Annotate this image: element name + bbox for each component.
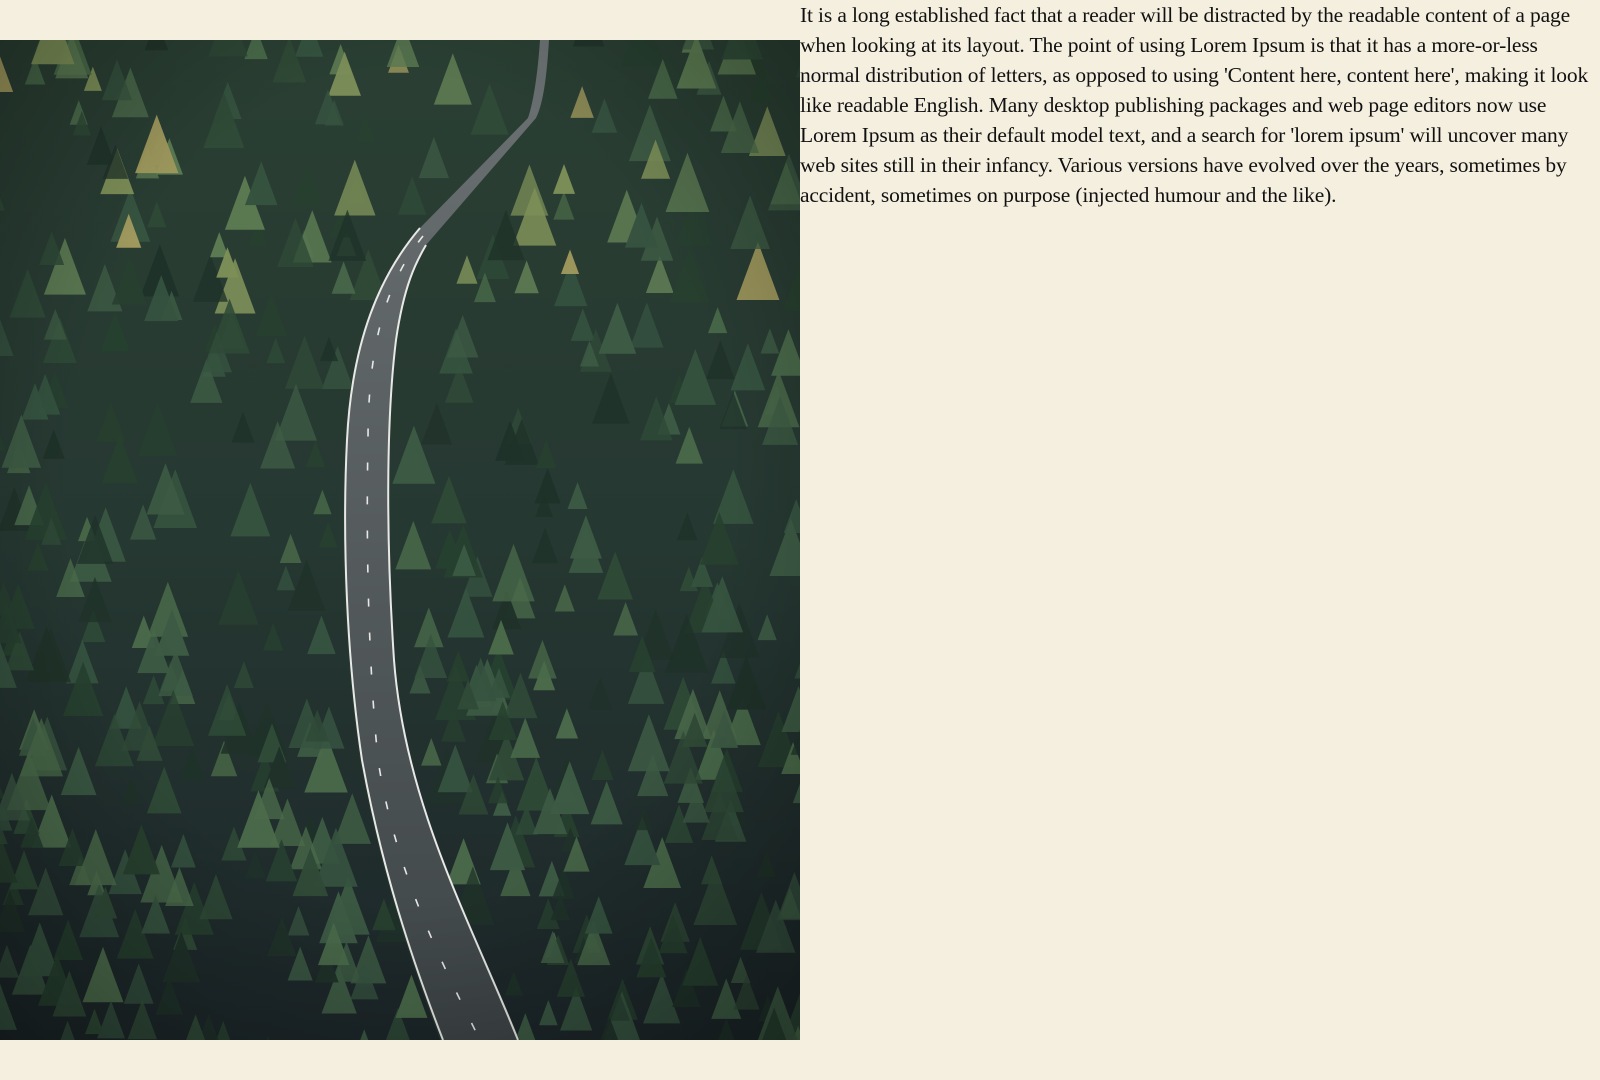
forest-road-photo <box>0 40 800 1040</box>
forest-road-illustration <box>0 40 800 1040</box>
article-paragraph: It is a long established fact that a rea… <box>800 3 1589 207</box>
page: It is a long established fact that a rea… <box>0 0 1600 1080</box>
